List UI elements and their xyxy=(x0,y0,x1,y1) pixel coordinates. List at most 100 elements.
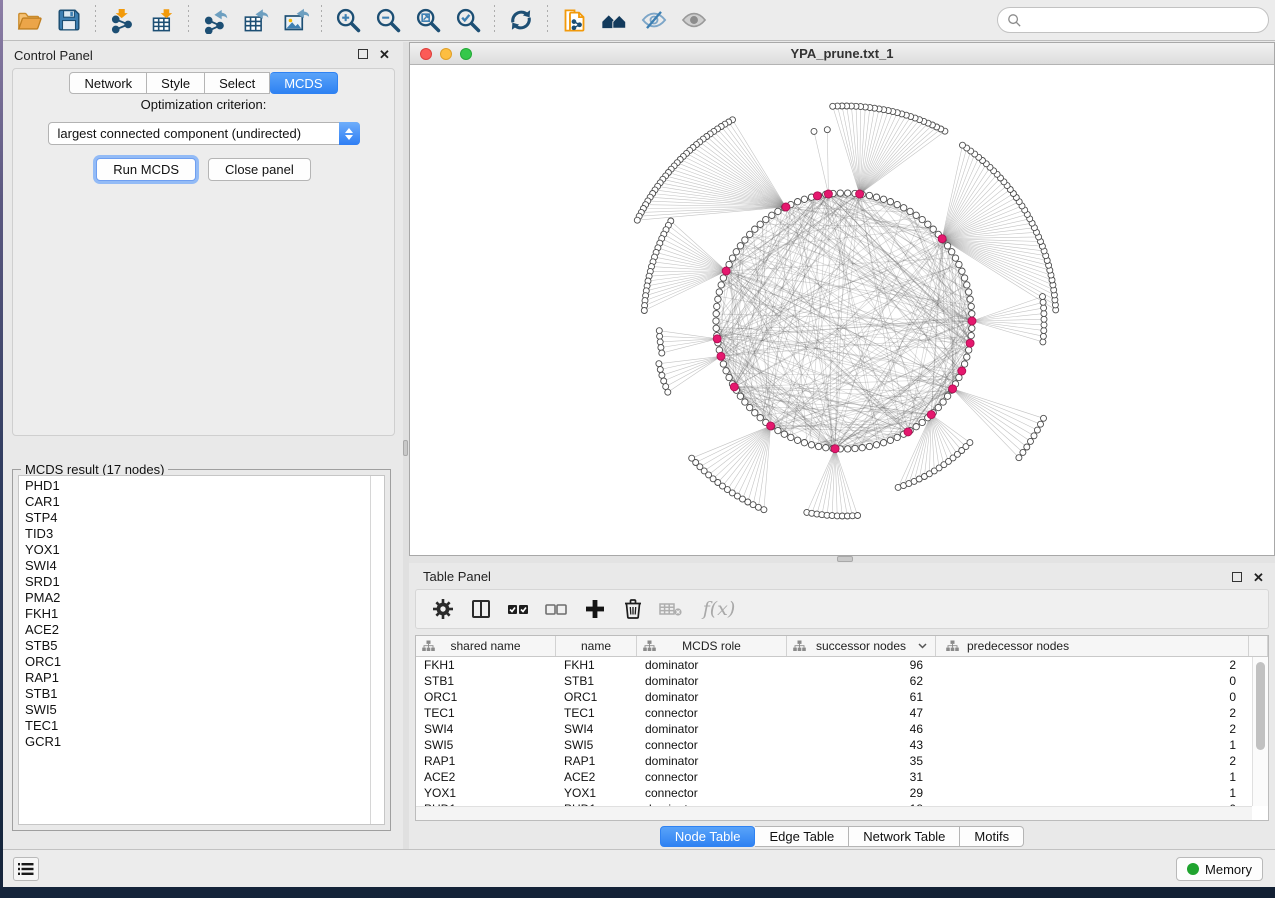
graph-node[interactable] xyxy=(930,226,936,232)
select-all-icon[interactable] xyxy=(502,594,536,624)
show-all-icon[interactable] xyxy=(674,3,714,37)
graph-node[interactable] xyxy=(747,404,753,410)
graph-node[interactable] xyxy=(880,196,886,202)
graph-node[interactable] xyxy=(901,205,907,211)
graph-node[interactable] xyxy=(769,212,775,218)
graph-node[interactable] xyxy=(718,282,724,288)
graph-node[interactable] xyxy=(866,192,872,198)
result-node-item[interactable]: FKH1 xyxy=(25,606,384,622)
graph-node[interactable] xyxy=(656,328,662,334)
graph-node[interactable] xyxy=(641,308,647,314)
search-input[interactable] xyxy=(1022,13,1259,28)
graph-node[interactable] xyxy=(944,243,950,249)
export-table-icon[interactable] xyxy=(235,3,275,37)
mcds-result-list[interactable]: PHD1CAR1STP4TID3YOX1SWI4SRD1PMA2FKH1ACE2… xyxy=(18,475,385,825)
cell-successor-nodes[interactable]: 35 xyxy=(787,753,936,769)
tab-network[interactable]: Network xyxy=(69,72,147,94)
graph-node[interactable] xyxy=(966,347,972,353)
minimize-window-icon[interactable] xyxy=(440,48,452,60)
graph-node[interactable] xyxy=(1040,333,1046,339)
network-window-titlebar[interactable]: YPA_prune.txt_1 xyxy=(410,43,1274,65)
graph-node[interactable] xyxy=(837,190,843,196)
export-network-icon[interactable] xyxy=(195,3,235,37)
graph-node[interactable] xyxy=(880,440,886,446)
table-row[interactable]: SWI5SWI5connector431 xyxy=(416,737,1252,753)
graph-node[interactable] xyxy=(726,374,732,380)
cell-MCDS-role[interactable]: dominator xyxy=(637,721,787,737)
table-options-gear-icon[interactable] xyxy=(426,594,460,624)
graph-node[interactable] xyxy=(1040,339,1046,345)
graph-node[interactable] xyxy=(894,201,900,207)
graph-node[interactable] xyxy=(801,196,807,202)
cell-predecessor-nodes[interactable]: 1 xyxy=(936,737,1249,753)
graph-node[interactable] xyxy=(961,361,967,367)
optimization-criterion-select[interactable]: largest connected component (undirected) xyxy=(48,122,360,145)
graph-node[interactable] xyxy=(715,296,721,302)
column-header-predecessor-nodes[interactable]: predecessor nodes xyxy=(936,636,1249,656)
graph-node[interactable] xyxy=(960,142,966,148)
graph-node[interactable] xyxy=(634,217,640,223)
column-header-shared-name[interactable]: shared name xyxy=(416,636,556,656)
first-neighbors-icon[interactable] xyxy=(594,3,634,37)
graph-node[interactable] xyxy=(658,345,664,351)
horizontal-splitter[interactable] xyxy=(409,556,1275,563)
graph-node[interactable] xyxy=(919,216,925,222)
graph-node[interactable] xyxy=(1028,438,1034,444)
table-row[interactable]: TEC1TEC1connector472 xyxy=(416,705,1252,721)
graph-node[interactable] xyxy=(781,431,787,437)
cell-name[interactable]: FKH1 xyxy=(556,657,637,673)
cell-successor-nodes[interactable]: 29 xyxy=(787,785,936,801)
graph-node[interactable] xyxy=(956,261,962,267)
graph-node[interactable] xyxy=(716,289,722,295)
delete-column-icon[interactable] xyxy=(616,594,650,624)
graph-node[interactable] xyxy=(967,440,973,446)
export-web-page-icon[interactable] xyxy=(554,3,594,37)
graph-node[interactable] xyxy=(887,199,893,205)
cell-shared-name[interactable]: STB1 xyxy=(416,673,556,689)
graph-node[interactable] xyxy=(1016,455,1022,461)
graph-node[interactable] xyxy=(720,361,726,367)
float-panel-icon[interactable] xyxy=(1230,571,1243,584)
cell-name[interactable]: TEC1 xyxy=(556,705,637,721)
mcds-node[interactable] xyxy=(938,235,946,243)
graph-node[interactable] xyxy=(873,442,879,448)
graph-node[interactable] xyxy=(757,221,763,227)
cell-MCDS-role[interactable]: connector xyxy=(637,737,787,753)
table-vertical-scrollbar[interactable] xyxy=(1252,657,1268,806)
cell-name[interactable]: YOX1 xyxy=(556,785,637,801)
graph-node[interactable] xyxy=(866,443,872,449)
graph-node[interactable] xyxy=(733,249,739,255)
graph-node[interactable] xyxy=(737,393,743,399)
graph-node[interactable] xyxy=(657,333,663,339)
panel-menu-icon[interactable] xyxy=(13,857,39,881)
mcds-node[interactable] xyxy=(722,267,730,275)
graph-node[interactable] xyxy=(845,446,851,452)
cell-successor-nodes[interactable]: 46 xyxy=(787,721,936,737)
graph-node[interactable] xyxy=(713,318,719,324)
graph-node[interactable] xyxy=(925,221,931,227)
deselect-all-icon[interactable] xyxy=(540,594,574,624)
graph-node[interactable] xyxy=(775,208,781,214)
mcds-node[interactable] xyxy=(782,203,790,211)
cell-predecessor-nodes[interactable]: 1 xyxy=(936,769,1249,785)
mcds-node[interactable] xyxy=(927,411,935,419)
cell-name[interactable]: RAP1 xyxy=(556,753,637,769)
graph-node[interactable] xyxy=(657,367,663,373)
column-header-MCDS-role[interactable]: MCDS role xyxy=(637,636,787,656)
cell-shared-name[interactable]: SWI4 xyxy=(416,721,556,737)
mcds-node[interactable] xyxy=(824,190,832,198)
graph-node[interactable] xyxy=(873,194,879,200)
float-panel-icon[interactable] xyxy=(356,48,369,61)
cell-shared-name[interactable]: RAP1 xyxy=(416,753,556,769)
scrollbar-thumb[interactable] xyxy=(1256,662,1265,750)
graph-node[interactable] xyxy=(824,127,830,133)
cell-name[interactable]: SWI4 xyxy=(556,721,637,737)
cell-successor-nodes[interactable]: 61 xyxy=(787,689,936,705)
result-node-item[interactable]: STP4 xyxy=(25,510,384,526)
cell-successor-nodes[interactable]: 62 xyxy=(787,673,936,689)
graph-node[interactable] xyxy=(940,399,946,405)
cell-predecessor-nodes[interactable]: 0 xyxy=(936,689,1249,705)
graph-node[interactable] xyxy=(887,437,893,443)
export-image-icon[interactable] xyxy=(275,3,315,37)
result-node-item[interactable]: STB5 xyxy=(25,638,384,654)
